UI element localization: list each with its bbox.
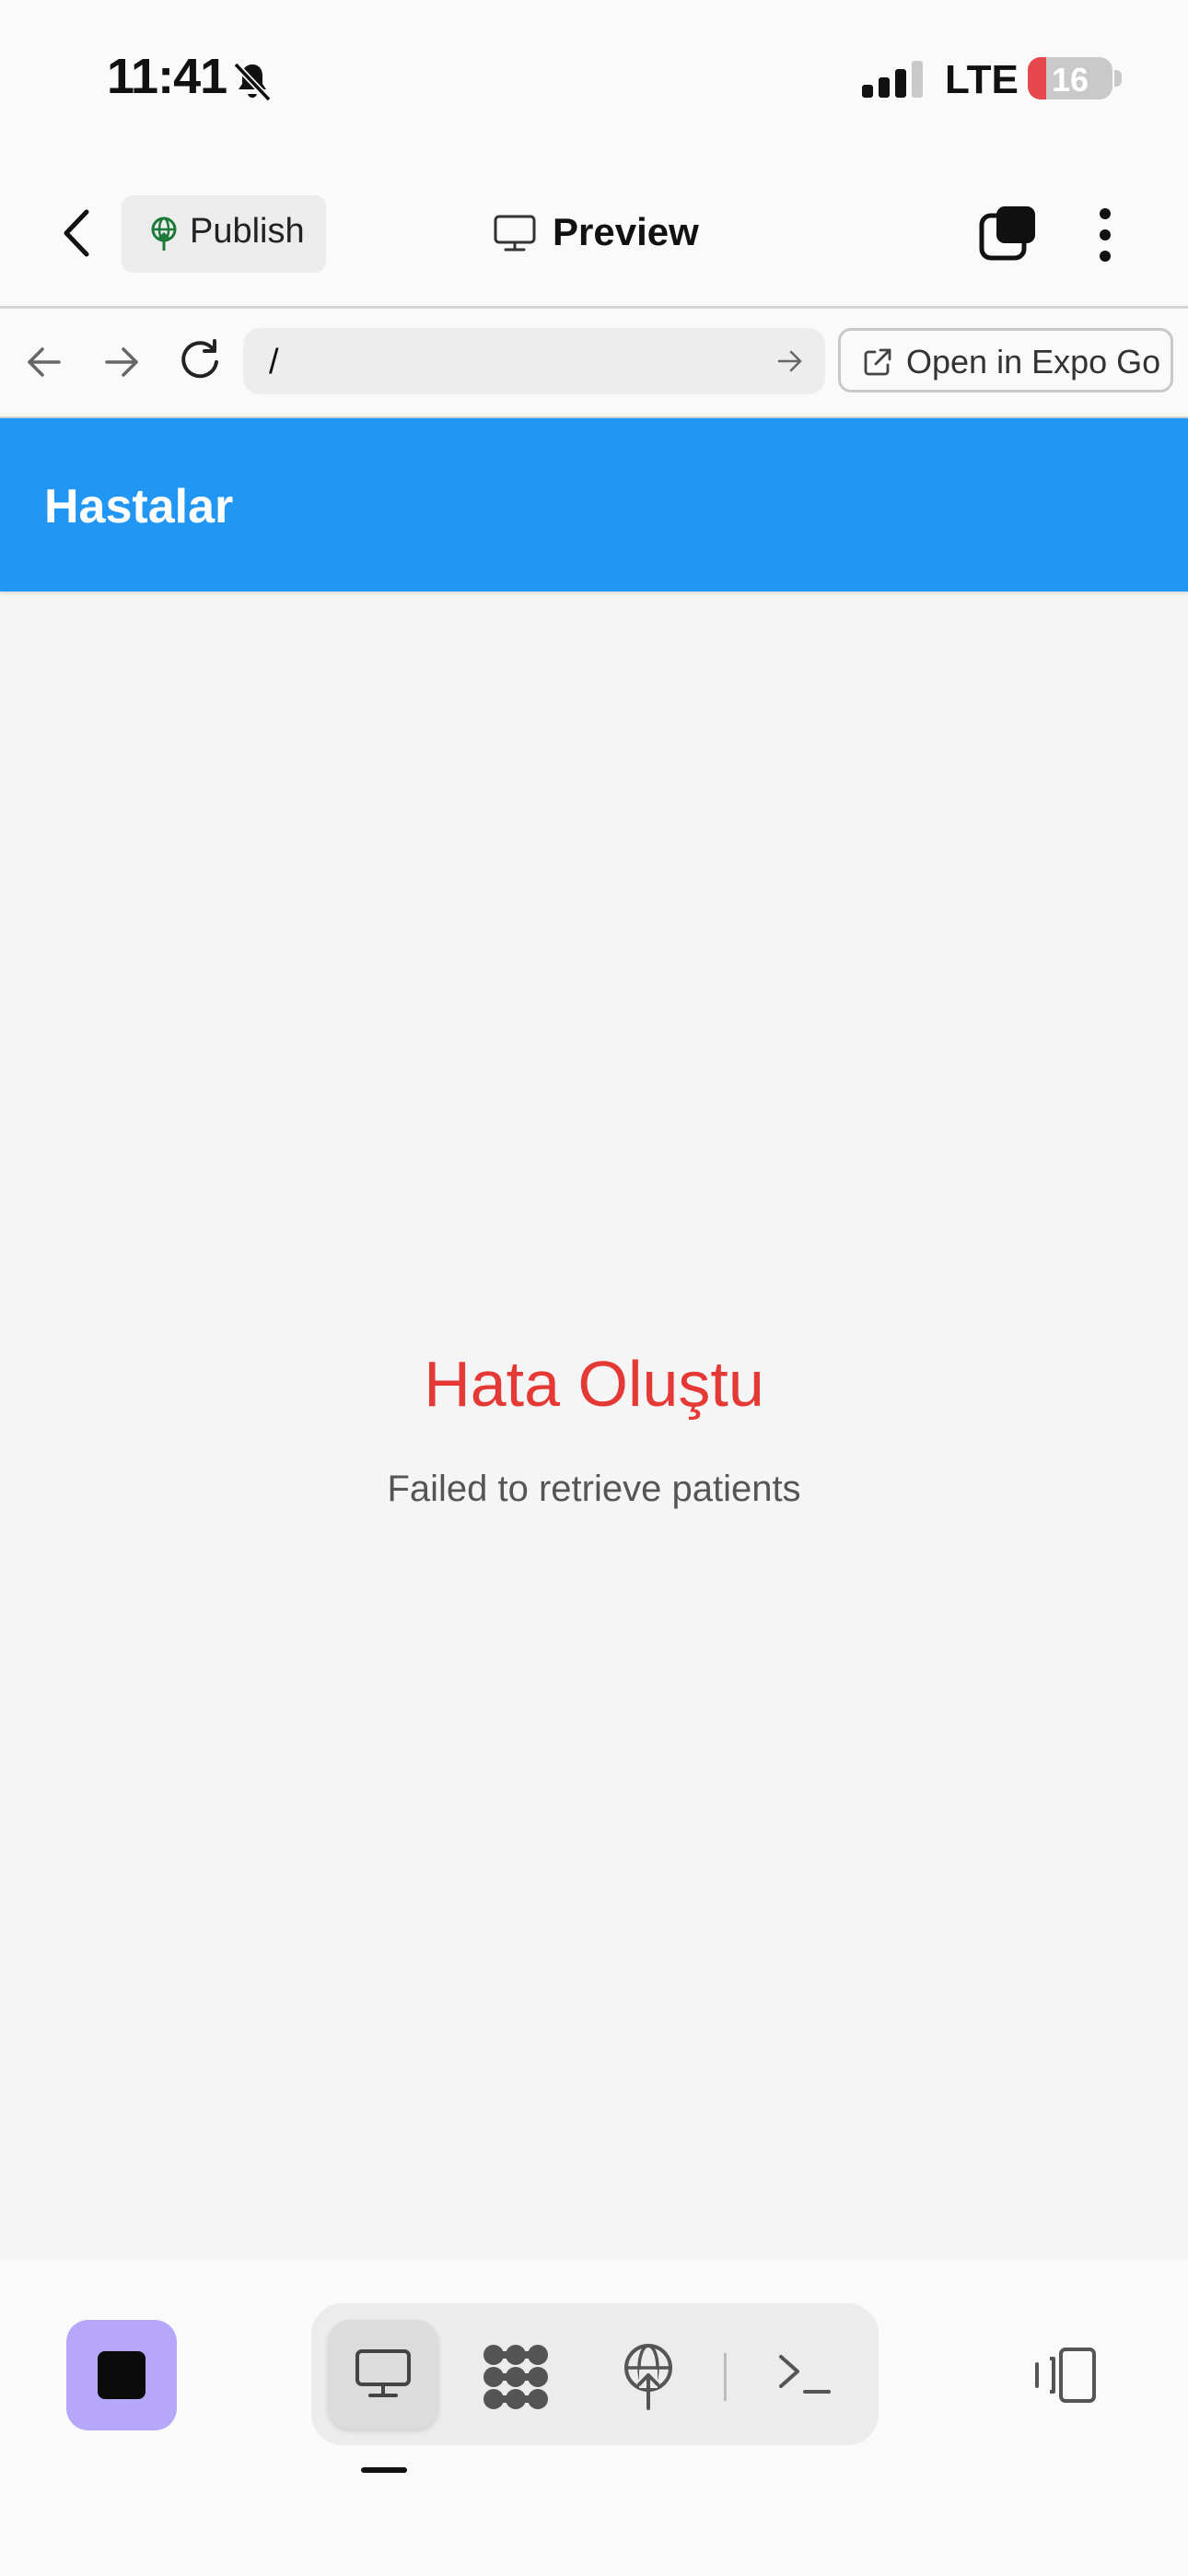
terminal-icon[interactable] xyxy=(775,2348,834,2399)
external-link-icon xyxy=(864,348,891,376)
device-toggle-icon[interactable] xyxy=(1030,2346,1100,2405)
app-header-title: Hastalar xyxy=(44,480,234,533)
publish-label: Publish xyxy=(190,212,305,251)
url-field[interactable] xyxy=(243,328,825,394)
network-label: LTE xyxy=(945,57,1019,102)
windows-icon[interactable] xyxy=(978,205,1037,263)
active-tab-indicator xyxy=(361,2467,407,2473)
chevron-left-icon[interactable] xyxy=(55,206,99,260)
segment-divider xyxy=(724,2353,727,2401)
url-text: / xyxy=(269,343,279,381)
battery-level: 16 xyxy=(1051,61,1089,99)
more-vertical-icon[interactable] xyxy=(1096,206,1114,263)
arrow-left-icon[interactable] xyxy=(24,343,64,381)
battery-icon: 16 xyxy=(1028,57,1112,100)
globe-publish-icon[interactable] xyxy=(619,2342,678,2412)
monitor-icon xyxy=(355,2349,411,2397)
bell-slash-icon xyxy=(233,62,272,102)
monitor-icon xyxy=(494,215,536,252)
globe-publish-icon xyxy=(151,217,177,251)
arrow-go-icon[interactable] xyxy=(775,346,805,376)
battery-nub xyxy=(1114,70,1122,87)
error-message: Failed to retrieve patients xyxy=(387,1469,801,1509)
graph-icon[interactable] xyxy=(481,2342,551,2412)
reload-icon[interactable] xyxy=(177,337,223,383)
preview-label: Preview xyxy=(553,210,699,253)
status-time: 11:41 xyxy=(107,49,227,104)
open-in-expo-go-label: Open in Expo Go xyxy=(906,343,1161,381)
stop-icon xyxy=(98,2351,146,2399)
error-title: Hata Oluştu xyxy=(424,1348,764,1420)
arrow-right-icon[interactable] xyxy=(101,343,142,381)
signal-icon xyxy=(862,61,923,98)
